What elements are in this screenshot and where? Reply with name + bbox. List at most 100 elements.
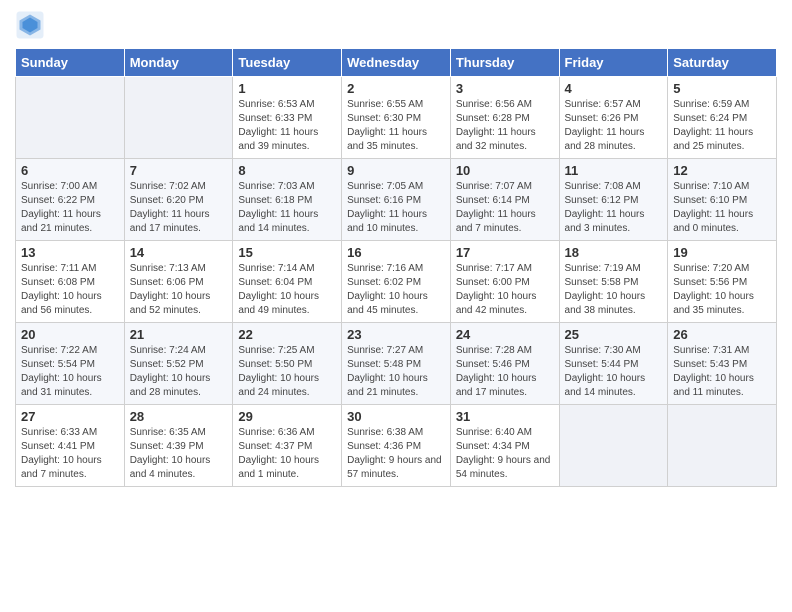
day-number: 16 <box>347 245 445 260</box>
calendar-week-row: 27Sunrise: 6:33 AM Sunset: 4:41 PM Dayli… <box>16 405 777 487</box>
calendar-cell: 6 Sunrise: 7:00 AM Sunset: 6:22 PM Daylig… <box>16 159 125 241</box>
day-info: Sunrise: 7:13 AM Sunset: 6:06 PM Dayligh… <box>130 262 228 318</box>
calendar-cell: 1Sunrise: 6:53 AM Sunset: 6:33 PM Daylig… <box>233 77 342 159</box>
day-info: Sunrise: 7:25 AM Sunset: 5:50 PM Dayligh… <box>238 344 336 400</box>
day-info: Sunrise: 6:38 AM Sunset: 4:36 PM Dayligh… <box>347 426 445 482</box>
day-info: Sunrise: 7:20 AM Sunset: 5:56 PM Dayligh… <box>673 262 771 318</box>
calendar-cell: 26 Sunrise: 7:31 AM Sunset: 5:43 PM Dayli… <box>668 323 777 405</box>
calendar-cell: 7 Sunrise: 7:02 AM Sunset: 6:20 PM Daylig… <box>124 159 233 241</box>
day-number: 4 <box>565 81 663 96</box>
calendar-cell: 28Sunrise: 6:35 AM Sunset: 4:39 PM Dayli… <box>124 405 233 487</box>
day-header-thursday: Thursday <box>450 49 559 77</box>
calendar-cell: 14 Sunrise: 7:13 AM Sunset: 6:06 PM Dayli… <box>124 241 233 323</box>
day-number: 7 <box>130 163 228 178</box>
calendar-week-row: 20 Sunrise: 7:22 AM Sunset: 5:54 PM Dayli… <box>16 323 777 405</box>
day-number: 2 <box>347 81 445 96</box>
calendar-cell: 20 Sunrise: 7:22 AM Sunset: 5:54 PM Dayli… <box>16 323 125 405</box>
day-number: 21 <box>130 327 228 342</box>
calendar-cell <box>559 405 668 487</box>
day-info: Sunrise: 7:28 AM Sunset: 5:46 PM Dayligh… <box>456 344 554 400</box>
calendar-cell <box>668 405 777 487</box>
calendar-cell: 16 Sunrise: 7:16 AM Sunset: 6:02 PM Dayli… <box>342 241 451 323</box>
calendar-cell: 29 Sunrise: 6:36 AM Sunset: 4:37 PM Dayli… <box>233 405 342 487</box>
calendar-cell: 8 Sunrise: 7:03 AM Sunset: 6:18 PM Daylig… <box>233 159 342 241</box>
day-number: 14 <box>130 245 228 260</box>
calendar-cell: 2 Sunrise: 6:55 AM Sunset: 6:30 PM Daylig… <box>342 77 451 159</box>
header <box>15 10 777 40</box>
day-info: Sunrise: 6:59 AM Sunset: 6:24 PM Dayligh… <box>673 98 771 154</box>
day-number: 20 <box>21 327 119 342</box>
calendar-cell: 12 Sunrise: 7:10 AM Sunset: 6:10 PM Dayli… <box>668 159 777 241</box>
page: SundayMondayTuesdayWednesdayThursdayFrid… <box>0 0 792 497</box>
calendar-cell: 25 Sunrise: 7:30 AM Sunset: 5:44 PM Dayli… <box>559 323 668 405</box>
day-info: Sunrise: 7:27 AM Sunset: 5:48 PM Dayligh… <box>347 344 445 400</box>
day-number: 17 <box>456 245 554 260</box>
day-header-sunday: Sunday <box>16 49 125 77</box>
day-info: Sunrise: 7:02 AM Sunset: 6:20 PM Dayligh… <box>130 180 228 236</box>
day-header-monday: Monday <box>124 49 233 77</box>
calendar-week-row: 13 Sunrise: 7:11 AM Sunset: 6:08 PM Dayli… <box>16 241 777 323</box>
day-info: Sunrise: 7:00 AM Sunset: 6:22 PM Dayligh… <box>21 180 119 236</box>
day-number: 9 <box>347 163 445 178</box>
day-info: Sunrise: 7:07 AM Sunset: 6:14 PM Dayligh… <box>456 180 554 236</box>
day-number: 1 <box>238 81 336 96</box>
day-number: 3 <box>456 81 554 96</box>
day-info: Sunrise: 6:56 AM Sunset: 6:28 PM Dayligh… <box>456 98 554 154</box>
day-number: 12 <box>673 163 771 178</box>
calendar-cell: 27Sunrise: 6:33 AM Sunset: 4:41 PM Dayli… <box>16 405 125 487</box>
day-number: 19 <box>673 245 771 260</box>
day-number: 24 <box>456 327 554 342</box>
day-number: 8 <box>238 163 336 178</box>
calendar-cell: 5 Sunrise: 6:59 AM Sunset: 6:24 PM Daylig… <box>668 77 777 159</box>
calendar-week-row: 1Sunrise: 6:53 AM Sunset: 6:33 PM Daylig… <box>16 77 777 159</box>
calendar-cell: 10 Sunrise: 7:07 AM Sunset: 6:14 PM Dayli… <box>450 159 559 241</box>
day-header-friday: Friday <box>559 49 668 77</box>
day-info: Sunrise: 7:11 AM Sunset: 6:08 PM Dayligh… <box>21 262 119 318</box>
calendar-cell: 30 Sunrise: 6:38 AM Sunset: 4:36 PM Dayli… <box>342 405 451 487</box>
day-header-tuesday: Tuesday <box>233 49 342 77</box>
day-number: 25 <box>565 327 663 342</box>
day-info: Sunrise: 6:35 AM Sunset: 4:39 PM Dayligh… <box>130 426 228 482</box>
calendar-cell: 4Sunrise: 6:57 AM Sunset: 6:26 PM Daylig… <box>559 77 668 159</box>
day-info: Sunrise: 7:31 AM Sunset: 5:43 PM Dayligh… <box>673 344 771 400</box>
day-info: Sunrise: 6:55 AM Sunset: 6:30 PM Dayligh… <box>347 98 445 154</box>
day-number: 11 <box>565 163 663 178</box>
day-info: Sunrise: 6:40 AM Sunset: 4:34 PM Dayligh… <box>456 426 554 482</box>
day-number: 6 <box>21 163 119 178</box>
day-number: 15 <box>238 245 336 260</box>
calendar-table: SundayMondayTuesdayWednesdayThursdayFrid… <box>15 48 777 487</box>
calendar-cell: 13 Sunrise: 7:11 AM Sunset: 6:08 PM Dayli… <box>16 241 125 323</box>
calendar-cell: 17 Sunrise: 7:17 AM Sunset: 6:00 PM Dayli… <box>450 241 559 323</box>
day-info: Sunrise: 7:10 AM Sunset: 6:10 PM Dayligh… <box>673 180 771 236</box>
day-info: Sunrise: 6:36 AM Sunset: 4:37 PM Dayligh… <box>238 426 336 482</box>
day-info: Sunrise: 7:08 AM Sunset: 6:12 PM Dayligh… <box>565 180 663 236</box>
day-info: Sunrise: 7:03 AM Sunset: 6:18 PM Dayligh… <box>238 180 336 236</box>
logo-icon <box>15 10 45 40</box>
day-header-wednesday: Wednesday <box>342 49 451 77</box>
day-number: 31 <box>456 409 554 424</box>
day-number: 26 <box>673 327 771 342</box>
day-header-saturday: Saturday <box>668 49 777 77</box>
calendar-cell: 3 Sunrise: 6:56 AM Sunset: 6:28 PM Daylig… <box>450 77 559 159</box>
day-number: 13 <box>21 245 119 260</box>
day-number: 29 <box>238 409 336 424</box>
calendar-cell: 18Sunrise: 7:19 AM Sunset: 5:58 PM Dayli… <box>559 241 668 323</box>
day-number: 30 <box>347 409 445 424</box>
day-info: Sunrise: 7:17 AM Sunset: 6:00 PM Dayligh… <box>456 262 554 318</box>
day-number: 18 <box>565 245 663 260</box>
day-number: 27 <box>21 409 119 424</box>
calendar-cell <box>124 77 233 159</box>
day-info: Sunrise: 7:16 AM Sunset: 6:02 PM Dayligh… <box>347 262 445 318</box>
day-info: Sunrise: 7:30 AM Sunset: 5:44 PM Dayligh… <box>565 344 663 400</box>
day-number: 5 <box>673 81 771 96</box>
day-info: Sunrise: 7:05 AM Sunset: 6:16 PM Dayligh… <box>347 180 445 236</box>
calendar-cell: 9 Sunrise: 7:05 AM Sunset: 6:16 PM Daylig… <box>342 159 451 241</box>
calendar-cell: 21Sunrise: 7:24 AM Sunset: 5:52 PM Dayli… <box>124 323 233 405</box>
day-number: 22 <box>238 327 336 342</box>
calendar-cell: 24 Sunrise: 7:28 AM Sunset: 5:46 PM Dayli… <box>450 323 559 405</box>
day-number: 10 <box>456 163 554 178</box>
logo <box>15 10 49 40</box>
calendar-cell: 23Sunrise: 7:27 AM Sunset: 5:48 PM Dayli… <box>342 323 451 405</box>
calendar-cell: 19 Sunrise: 7:20 AM Sunset: 5:56 PM Dayli… <box>668 241 777 323</box>
day-info: Sunrise: 7:22 AM Sunset: 5:54 PM Dayligh… <box>21 344 119 400</box>
